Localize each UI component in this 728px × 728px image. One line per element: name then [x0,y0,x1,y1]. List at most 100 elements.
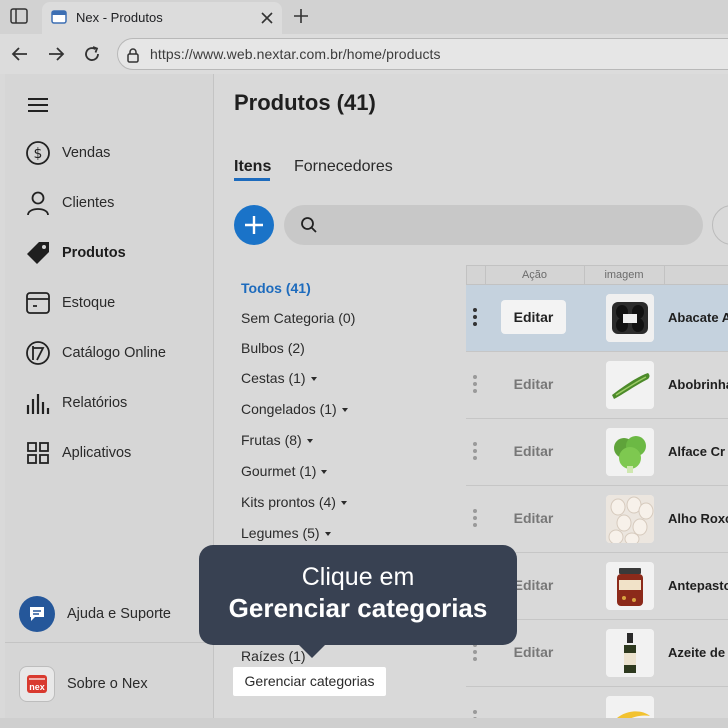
table-header: Ação imagem [466,265,728,285]
products-table: Ação imagem Editar Abacate A Editar Abob… [466,265,728,728]
close-tab-icon[interactable] [260,11,274,25]
more-options-icon[interactable] [473,442,477,462]
sidebar-item-vendas[interactable]: $ Vendas [25,137,205,169]
reload-icon[interactable] [82,44,102,64]
caret-down-icon[interactable] [324,532,331,537]
sidebar-item-relatorios[interactable]: Relatórios [25,387,205,419]
more-options-icon[interactable] [473,643,477,663]
browser-tab-bar: Nex - Produtos [0,0,728,34]
tag-icon [27,242,49,264]
nex-logo[interactable]: nex [19,666,55,702]
avocado-pack-image [606,294,654,342]
caret-down-icon[interactable] [341,408,348,413]
menu-icon[interactable] [28,97,48,113]
sidebar-item-estoque[interactable]: Estoque [25,287,205,319]
more-options-icon[interactable] [473,308,477,328]
edit-button[interactable]: Editar [501,300,566,334]
nex-favicon-icon [51,10,67,24]
edit-button[interactable]: Editar [501,367,566,401]
sidebar-item-aplicativos[interactable]: Aplicativos [25,437,205,469]
sidebar-item-label: Aplicativos [62,445,132,461]
edit-button[interactable]: Editar [501,501,566,535]
tab-fornecedores[interactable]: Fornecedores [294,158,393,176]
category-item[interactable]: Gourmet (1) [241,463,328,479]
sidebar-item-catalogo[interactable]: Catálogo Online [25,337,205,369]
product-name: Alho Roxo [668,511,728,526]
more-options-icon[interactable] [473,509,477,529]
more-options-icon[interactable] [473,375,477,395]
column-header-imagem: imagem [604,269,644,281]
product-thumbnail [606,495,654,543]
sidebar-item-label: Estoque [62,295,116,311]
filter-button[interactable] [712,205,728,245]
caret-down-icon[interactable] [321,470,328,475]
sidebar-item-clientes[interactable]: Clientes [25,187,205,219]
bars-icon [26,394,50,414]
search-input[interactable] [284,205,703,245]
product-name: Abacate A [668,310,728,325]
product-name: Azeite de [668,645,726,660]
category-item[interactable]: Cestas (1) [241,370,317,386]
category-item[interactable]: Bulbos (2) [241,340,305,356]
browser-tab[interactable]: Nex - Produtos [42,2,282,34]
category-item[interactable]: Frutas (8) [241,432,313,448]
sidebar-item-label: Clientes [62,195,115,211]
site-info-icon[interactable] [125,47,141,63]
horizontal-scrollbar[interactable] [0,718,728,728]
zucchini-image [606,361,654,409]
sidebar-divider [5,642,213,643]
help-chat-icon[interactable] [19,596,55,632]
product-thumbnail [606,294,654,342]
sidebar-item-label: Relatórios [62,395,128,411]
table-row[interactable]: Editar Alface Cr [466,419,728,486]
edit-button[interactable]: Editar [501,434,566,468]
manage-categories-button[interactable]: Gerenciar categorias [233,667,386,696]
caret-down-icon[interactable] [306,439,313,444]
svg-text:$: $ [34,146,43,162]
back-icon[interactable] [10,44,30,64]
forward-icon[interactable] [46,44,66,64]
tab-overview-icon[interactable] [10,8,28,24]
chat-bubble-icon [30,607,44,621]
nex-logo-text: nex [29,682,45,692]
sidebar: $ Vendas Clientes Produtos Estoque Catál… [5,74,214,718]
url-field[interactable]: https://www.web.nextar.com.br/home/produ… [117,38,728,70]
category-item[interactable]: Sem Categoria (0) [241,310,355,326]
new-tab-icon[interactable] [292,7,310,25]
product-name: Antepasto [668,578,728,593]
tooltip-arrow [298,644,326,658]
sidebar-item-label: Vendas [62,145,111,161]
search-icon [301,217,317,233]
product-thumbnail [606,629,654,677]
tooltip-line-1: Clique em [301,563,415,591]
antepasto-jar-image [606,562,654,610]
product-name: Alface Cr [668,444,726,459]
add-product-button[interactable] [234,205,274,245]
category-item[interactable]: Raízes (1) [241,648,306,664]
sidebar-item-produtos[interactable]: Produtos [25,237,205,269]
tab-itens[interactable]: Itens [234,158,271,176]
onboarding-tooltip: Clique em Gerenciar categorias [199,545,517,645]
category-item[interactable]: Todos (41) [241,280,311,296]
product-thumbnail [606,361,654,409]
olive-oil-bottle-image [606,629,654,677]
box-icon [26,292,50,314]
about-nex-link[interactable]: Sobre o Nex [67,676,148,692]
category-item[interactable]: Legumes (5) [241,525,331,541]
sidebar-item-label: Catálogo Online [62,345,166,361]
url-text: https://www.web.nextar.com.br/home/produ… [150,46,441,62]
address-bar: https://www.web.nextar.com.br/home/produ… [0,34,728,74]
table-row[interactable]: Editar Abobrinha [466,352,728,419]
table-row[interactable]: Editar Abacate A [466,285,728,352]
caret-down-icon[interactable] [310,377,317,382]
help-support-link[interactable]: Ajuda e Suporte [67,606,171,622]
category-item[interactable]: Kits prontos (4) [241,494,347,510]
user-icon [27,191,49,216]
product-thumbnail [606,562,654,610]
caret-down-icon[interactable] [340,501,347,506]
table-row[interactable]: Editar Alho Roxo [466,486,728,553]
category-item[interactable]: Congelados (1) [241,401,348,417]
nex-logo-icon: nex [27,675,47,693]
column-header-acao: Ação [521,269,548,281]
page-title: Produtos (41) [234,90,376,115]
